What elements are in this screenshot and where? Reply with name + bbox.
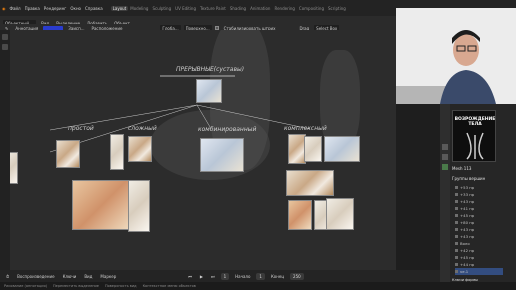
menu-file[interactable]: Файл <box>8 6 23 11</box>
properties-tabs <box>440 104 450 282</box>
vertex-group-row[interactable]: +43 пр <box>455 233 474 240</box>
status-item: Поверхность вид <box>104 284 137 288</box>
jump-end-icon[interactable]: ⏭ <box>209 273 217 280</box>
tab-compositing[interactable]: Compositing <box>297 6 326 11</box>
image-thumbnail[interactable] <box>56 140 80 168</box>
vertex-group-row[interactable]: +45 пр <box>455 254 474 261</box>
promo-title: ВОЗРОЖДЕНИЕ ТЕЛА <box>454 117 496 127</box>
vertex-group-row[interactable]: +44 пр <box>455 261 474 268</box>
group-icon <box>455 242 458 245</box>
menu-help[interactable]: Справка <box>83 6 105 11</box>
group-icon <box>455 200 458 203</box>
group-icon <box>455 249 458 252</box>
image-thumbnail[interactable] <box>200 138 244 172</box>
marker-menu[interactable]: Маркер <box>98 273 118 280</box>
group-icon <box>455 221 458 224</box>
keying-menu[interactable]: Ключи <box>61 273 79 280</box>
timeline-editor-icon[interactable]: ⏱ <box>4 273 11 280</box>
tab-sculpting[interactable]: Sculpting <box>150 6 173 11</box>
image-thumbnail[interactable] <box>10 152 18 184</box>
vertex-group-row[interactable]: +80 пр <box>455 219 474 226</box>
blender-logo-icon[interactable]: ◉ <box>0 6 8 11</box>
image-thumbnail[interactable] <box>128 136 152 162</box>
branch-label-complex-joint: комплексный <box>284 125 327 132</box>
view-menu-timeline[interactable]: Вид <box>82 273 94 280</box>
group-icon <box>455 270 458 273</box>
play-icon[interactable]: ▶ <box>198 273 205 280</box>
webcam-feed <box>396 8 516 104</box>
group-icon <box>455 193 458 196</box>
menu-render[interactable]: Рендеринг <box>42 6 69 11</box>
playback-menu[interactable]: Воспроизведение <box>15 273 56 280</box>
vertex-group-row[interactable]: +43 пр <box>455 198 474 205</box>
tab-uv-editing[interactable]: UV Editing <box>173 6 198 11</box>
branch-label-combined: комбинированный <box>198 126 257 133</box>
tab-layout[interactable]: Layout <box>110 5 129 11</box>
menu-window[interactable]: Окно <box>68 6 83 11</box>
root-label: ПРЕРЫВНЫЕ(суставы) <box>176 66 245 73</box>
presenter-illustration <box>396 8 516 104</box>
image-thumbnail[interactable] <box>324 136 360 162</box>
tab-shading[interactable]: Shading <box>228 6 248 11</box>
vertex-group-row[interactable]: +41 пр <box>455 205 474 212</box>
vertex-group-row[interactable]: +43 пр <box>455 226 474 233</box>
status-item: Переместить выделение <box>53 284 99 288</box>
vertex-group-row[interactable]: +45 пр <box>455 212 474 219</box>
image-thumbnail[interactable] <box>110 134 124 170</box>
start-label: Начало <box>235 273 251 279</box>
tab-scripting[interactable]: Scripting <box>326 6 348 11</box>
group-icon <box>455 228 458 231</box>
menu-edit[interactable]: Правка <box>23 6 42 11</box>
current-frame-field[interactable]: 1 <box>220 272 230 280</box>
vertex-groups-header[interactable]: Группы вершин <box>452 176 485 181</box>
branch-label-complex: сложный <box>128 125 157 132</box>
vertex-group-row[interactable]: +42 пр <box>455 247 474 254</box>
status-bar: Рисование (аннотация) Переместить выделе… <box>0 282 516 290</box>
image-thumbnail[interactable] <box>304 136 322 162</box>
end-frame-field[interactable]: 250 <box>290 272 304 280</box>
object-data-tab-icon[interactable] <box>442 144 448 150</box>
promo-figure-icon <box>466 132 484 160</box>
move-tool-icon[interactable] <box>2 44 8 50</box>
group-icon <box>455 186 458 189</box>
image-thumbnail[interactable] <box>286 170 334 196</box>
root-thumbnail[interactable] <box>196 79 222 103</box>
group-icon <box>455 235 458 238</box>
vertex-group-row[interactable]: +53 пр <box>455 184 474 191</box>
mesh-tab-icon[interactable] <box>442 164 448 170</box>
vertex-group-row-selected[interactable]: ve.1 <box>455 268 503 275</box>
material-tab-icon[interactable] <box>442 154 448 160</box>
viewport-canvas[interactable]: ПРЕРЫВНЫЕ(суставы) простой сложный комби… <box>10 30 396 270</box>
group-icon <box>455 263 458 266</box>
image-thumbnail[interactable] <box>128 180 150 232</box>
group-icon <box>455 256 458 259</box>
cursor-tool-icon[interactable] <box>2 34 8 40</box>
group-icon <box>455 207 458 210</box>
group-icon <box>455 214 458 217</box>
tab-modeling[interactable]: Modeling <box>128 6 150 11</box>
promo-banner: ВОЗРОЖДЕНИЕ ТЕЛА <box>452 110 496 162</box>
tab-rendering[interactable]: Rendering <box>272 6 296 11</box>
jump-start-icon[interactable]: ⏮ <box>186 273 194 280</box>
tab-animation[interactable]: Animation <box>248 6 272 11</box>
vertex-group-row[interactable]: Воло <box>455 240 470 247</box>
tool-shelf <box>0 30 10 270</box>
vertex-group-row[interactable]: +33 пр <box>455 191 474 198</box>
timeline-header: ⏱ Воспроизведение Ключи Вид Маркер ⏮ ▶ ⏭… <box>0 270 440 282</box>
image-thumbnail[interactable] <box>288 200 312 230</box>
image-thumbnail[interactable] <box>72 180 132 230</box>
status-item: Рисование (аннотация) <box>4 284 48 288</box>
image-thumbnail[interactable] <box>326 198 354 230</box>
tab-texture-paint[interactable]: Texture Paint <box>198 6 228 11</box>
start-frame-field[interactable]: 1 <box>256 272 265 280</box>
branch-label-simple: простой <box>68 125 94 132</box>
end-label: Конец <box>270 273 285 279</box>
status-item: Контекстное меню объектов <box>142 284 196 288</box>
mesh-name[interactable]: Mesh 113 <box>452 166 471 171</box>
